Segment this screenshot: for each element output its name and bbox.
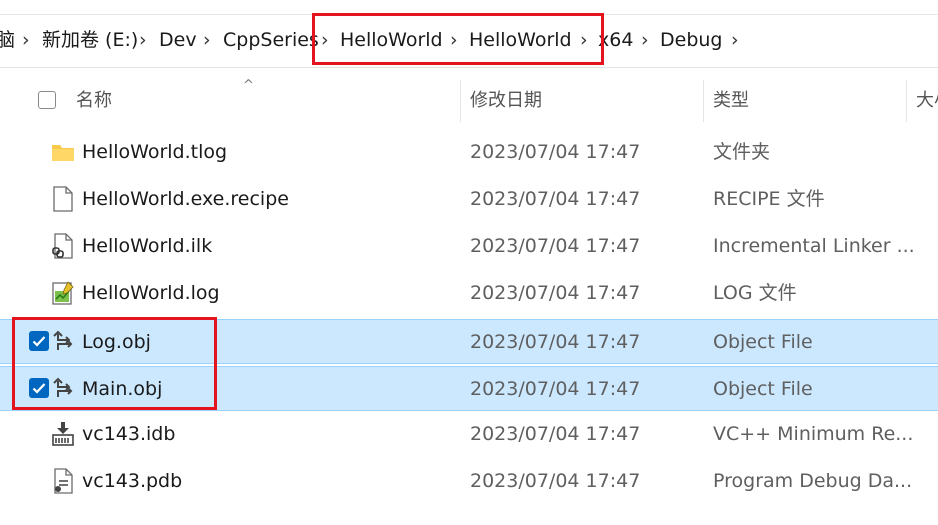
file-date: 2023/07/04 17:47: [470, 235, 641, 257]
file-type: Incremental Linker ...: [713, 235, 915, 257]
file-date: 2023/07/04 17:47: [470, 188, 641, 210]
breadcrumb-drive-e[interactable]: 新加卷 (E:): [42, 27, 138, 53]
checkmark-icon: [32, 383, 46, 394]
chevron-right-icon[interactable]: ›: [22, 27, 30, 53]
file-date: 2023/07/04 17:47: [470, 378, 641, 400]
chevron-right-icon[interactable]: ›: [731, 27, 739, 53]
breadcrumb-debug[interactable]: Debug: [660, 27, 722, 53]
address-bar[interactable]: 脑 › 新加卷 (E:) › Dev › CppSeries › HelloWo…: [0, 14, 938, 68]
row-checkbox[interactable]: [29, 378, 49, 398]
file-name: vc143.idb: [82, 423, 176, 445]
column-divider[interactable]: [460, 80, 461, 122]
linker-file-icon: [50, 232, 76, 260]
file-name: Main.obj: [82, 378, 163, 400]
breadcrumb-dev[interactable]: Dev: [159, 27, 197, 53]
column-modified[interactable]: 修改日期: [470, 90, 542, 112]
file-row-selected[interactable]: Main.obj 2023/07/04 17:47 Object File: [0, 366, 938, 411]
chevron-right-icon[interactable]: ›: [450, 27, 458, 53]
file-name: HelloWorld.log: [82, 282, 220, 304]
file-type: LOG 文件: [713, 282, 797, 304]
file-date: 2023/07/04 17:47: [470, 282, 641, 304]
chevron-right-icon[interactable]: ›: [139, 27, 147, 53]
file-name: vc143.pdb: [82, 470, 183, 492]
checkmark-icon: [32, 336, 46, 347]
file-name: HelloWorld.exe.recipe: [82, 188, 289, 210]
column-header: ^ 名称 修改日期 类型 大小: [0, 78, 938, 122]
idb-file-icon: [50, 420, 76, 448]
column-size[interactable]: 大小: [916, 90, 938, 112]
object-file-icon: [50, 328, 76, 356]
file-name: Log.obj: [82, 331, 151, 353]
file-type: 文件夹: [713, 141, 771, 163]
breadcrumb-this-pc[interactable]: 脑: [0, 27, 15, 53]
folder-icon: [50, 138, 76, 166]
breadcrumb-cppseries[interactable]: CppSeries: [223, 27, 319, 53]
column-divider[interactable]: [703, 80, 704, 122]
file-date: 2023/07/04 17:47: [470, 423, 641, 445]
chevron-right-icon[interactable]: ›: [580, 27, 588, 53]
sort-ascending-icon[interactable]: ^: [243, 78, 254, 93]
file-row[interactable]: HelloWorld.exe.recipe 2023/07/04 17:47 R…: [0, 177, 938, 222]
pdb-file-icon: [50, 467, 76, 495]
breadcrumb-x64[interactable]: x64: [598, 27, 633, 53]
file-row[interactable]: HelloWorld.ilk 2023/07/04 17:47 Incremen…: [0, 224, 938, 269]
file-type: RECIPE 文件: [713, 188, 825, 210]
file-date: 2023/07/04 17:47: [470, 331, 641, 353]
object-file-icon: [50, 375, 76, 403]
file-row[interactable]: vc143.pdb 2023/07/04 17:47 Program Debug…: [0, 459, 938, 504]
column-name[interactable]: 名称: [76, 90, 112, 112]
file-date: 2023/07/04 17:47: [470, 141, 641, 163]
log-file-icon: [50, 279, 76, 307]
breadcrumb-helloworld-project[interactable]: HelloWorld: [469, 27, 572, 53]
file-row[interactable]: vc143.idb 2023/07/04 17:47 VC++ Minimum …: [0, 412, 938, 457]
file-type: Object File: [713, 378, 813, 400]
chevron-right-icon[interactable]: ›: [321, 27, 329, 53]
file-type: Program Debug Da...: [713, 470, 913, 492]
chevron-right-icon[interactable]: ›: [203, 27, 211, 53]
row-checkbox[interactable]: [29, 331, 49, 351]
file-name: HelloWorld.tlog: [82, 141, 228, 163]
chevron-right-icon[interactable]: ›: [641, 27, 649, 53]
file-type: VC++ Minimum Re...: [713, 423, 914, 445]
breadcrumb-helloworld[interactable]: HelloWorld: [340, 27, 443, 53]
file-icon: [50, 185, 76, 213]
file-row[interactable]: HelloWorld.tlog 2023/07/04 17:47 文件夹: [0, 130, 938, 175]
file-row-selected[interactable]: Log.obj 2023/07/04 17:47 Object File: [0, 319, 938, 364]
column-divider[interactable]: [906, 80, 907, 122]
file-name: HelloWorld.ilk: [82, 235, 213, 257]
select-all-checkbox[interactable]: [38, 91, 56, 109]
file-type: Object File: [713, 331, 813, 353]
column-type[interactable]: 类型: [713, 90, 749, 112]
file-date: 2023/07/04 17:47: [470, 470, 641, 492]
file-row[interactable]: HelloWorld.log 2023/07/04 17:47 LOG 文件: [0, 271, 938, 316]
